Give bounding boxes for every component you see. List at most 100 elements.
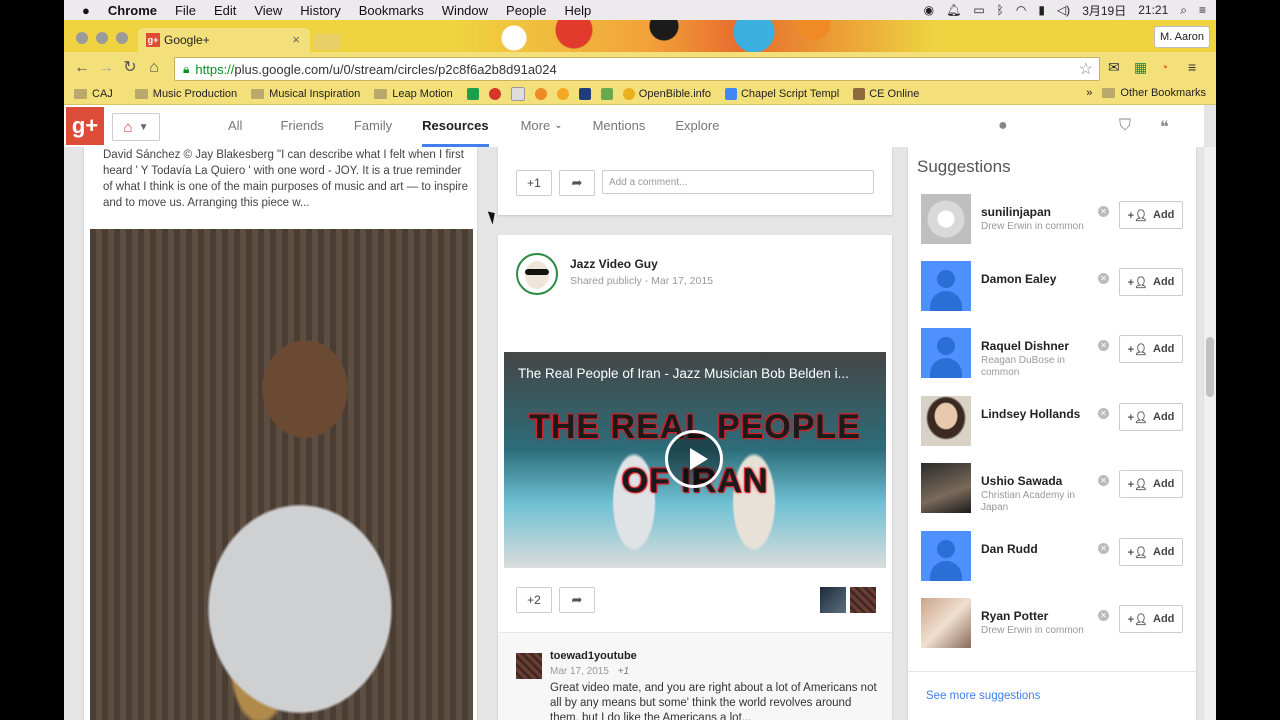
play-icon[interactable] (665, 430, 723, 488)
suggestion-name[interactable]: sunilinjapan (981, 205, 1051, 219)
menu-window[interactable]: Window (442, 3, 488, 18)
dismiss-icon[interactable]: ✕ (1098, 340, 1109, 351)
profile-button[interactable]: M. Aaron (1154, 26, 1210, 48)
bookmark-openbible[interactable]: OpenBible.info (622, 88, 711, 100)
suggestion-name[interactable]: Ushio Sawada (981, 474, 1062, 488)
add-button[interactable]: +👤︎ Add (1119, 470, 1183, 498)
scrollbar-thumb[interactable] (1206, 337, 1214, 397)
menu-edit[interactable]: Edit (214, 3, 236, 18)
comment-date[interactable]: Mar 17, 2015 (550, 666, 609, 677)
bluetooth-icon[interactable]: ᛒ (997, 3, 1004, 17)
bookmark-chapel-script[interactable]: Chapel Script Templ (724, 88, 839, 100)
tab-google-plus[interactable]: g+ Google+ × (138, 28, 310, 52)
suggestion-name[interactable]: Lindsey Hollands (981, 407, 1080, 421)
notifications-bell-icon[interactable]: ● (998, 117, 1008, 135)
back-arrow-icon[interactable]: ← (72, 58, 92, 78)
spotlight-icon[interactable]: ⌕ (1180, 3, 1187, 18)
bookmark-ce-online[interactable]: CE Online (853, 88, 919, 100)
share-arrow-icon[interactable]: ➦ (559, 587, 595, 613)
menu-history[interactable]: History (300, 3, 340, 18)
nav-resources[interactable]: Resources (422, 105, 490, 147)
plus-two-button[interactable]: +2 (516, 587, 552, 613)
bookmark-caj[interactable]: CAJ (74, 88, 113, 100)
nav-family[interactable]: Family (354, 105, 392, 147)
add-comment-input[interactable]: Add a comment... (602, 170, 874, 194)
avatar[interactable] (921, 463, 971, 513)
nav-explore[interactable]: Explore (675, 105, 719, 147)
menu-help[interactable]: Help (565, 3, 592, 18)
post-author[interactable]: Jazz Video Guy (570, 257, 658, 271)
see-more-link[interactable]: See more suggestions (926, 690, 1040, 702)
add-button[interactable]: +👤︎ Add (1119, 605, 1183, 633)
menu-list-icon[interactable]: ≡ (1199, 3, 1206, 17)
zoom-window-button[interactable] (116, 32, 128, 44)
comment-author[interactable]: toewad1youtube (550, 650, 637, 662)
comment-plus-count[interactable]: +1 (618, 666, 629, 677)
plus-one-button[interactable]: +1 (516, 170, 552, 196)
apple-icon[interactable]: ● (82, 3, 90, 18)
post-visibility[interactable]: Shared publicly (570, 275, 642, 287)
gplus-logo[interactable]: g+ (66, 107, 104, 145)
reload-icon[interactable]: ↻ (120, 58, 140, 78)
avatar[interactable] (921, 598, 971, 648)
address-bar[interactable]: 🔒︎ https:// plus.google.com/u/0/stream/c… (174, 57, 1100, 81)
menu-view[interactable]: View (254, 3, 282, 18)
bookmark-arrow[interactable] (600, 88, 617, 100)
bookmarks-overflow-chevron[interactable]: » (1086, 87, 1092, 99)
add-button[interactable]: +👤︎ Add (1119, 268, 1183, 296)
record-icon[interactable]: ◉ (924, 3, 934, 17)
add-button[interactable]: +👤︎ Add (1119, 335, 1183, 363)
close-window-button[interactable] (76, 32, 88, 44)
plusoner-avatar[interactable] (850, 587, 876, 613)
tab-close-icon[interactable]: × (292, 32, 300, 47)
avatar[interactable] (921, 396, 971, 446)
bookmark-alert[interactable] (534, 88, 551, 100)
nav-friends[interactable]: Friends (280, 105, 323, 147)
saxophonist-photo[interactable] (90, 229, 473, 720)
wifi-icon[interactable]: ◠ (1016, 3, 1026, 17)
dismiss-icon[interactable]: ✕ (1098, 610, 1109, 621)
mail-extension-icon[interactable]: ✉ (1108, 59, 1120, 76)
avatar[interactable] (921, 531, 971, 581)
dismiss-icon[interactable]: ✕ (1098, 543, 1109, 554)
dismiss-icon[interactable]: ✕ (1098, 408, 1109, 419)
battery-icon[interactable]: ▮ (1038, 3, 1045, 17)
avatar[interactable] (516, 253, 558, 295)
minimize-window-button[interactable] (96, 32, 108, 44)
people-share-icon[interactable]: ⛉ (1119, 117, 1131, 135)
plusoner-avatar[interactable] (820, 587, 846, 613)
bookmark-orange[interactable] (556, 88, 573, 100)
nav-mentions[interactable]: Mentions (593, 105, 646, 147)
bookmark-news[interactable] (578, 88, 595, 100)
home-icon[interactable]: ⌂ (144, 58, 164, 78)
nav-more[interactable]: More (521, 105, 551, 147)
nav-all[interactable]: All (228, 105, 242, 147)
volume-icon[interactable]: ◁) (1057, 3, 1070, 17)
suggestion-name[interactable]: Damon Ealey (981, 272, 1056, 286)
suggestion-name[interactable]: Ryan Potter (981, 609, 1048, 623)
suggestion-name[interactable]: Raquel Dishner (981, 339, 1069, 353)
post-date[interactable]: Mar 17, 2015 (651, 275, 713, 287)
menu-app[interactable]: Chrome (108, 3, 157, 18)
share-arrow-icon[interactable]: ➦ (559, 170, 595, 196)
add-button[interactable]: +👤︎ Add (1119, 538, 1183, 566)
chevron-down-icon[interactable]: ⌄ (554, 105, 562, 147)
add-button[interactable]: +👤︎ Add (1119, 403, 1183, 431)
dismiss-icon[interactable]: ✕ (1098, 273, 1109, 284)
avatar[interactable] (921, 194, 971, 244)
bookmark-star-icon[interactable]: ☆ (1079, 59, 1093, 79)
dismiss-icon[interactable]: ✕ (1098, 475, 1109, 486)
bookmark-music-production[interactable]: Music Production (134, 88, 237, 100)
menu-file[interactable]: File (175, 3, 196, 18)
forward-arrow-icon[interactable]: → (96, 58, 116, 78)
avatar[interactable] (921, 261, 971, 311)
time-label[interactable]: 21:21 (1138, 3, 1168, 17)
menu-people[interactable]: People (506, 3, 546, 18)
suggestion-name[interactable]: Dan Rudd (981, 542, 1038, 556)
chrome-menu-icon[interactable]: ≡ (1188, 59, 1196, 75)
dismiss-icon[interactable]: ✕ (1098, 206, 1109, 217)
page-scrollbar[interactable] (1203, 147, 1216, 720)
hangouts-icon[interactable]: ❝ (1160, 117, 1169, 137)
new-tab-button[interactable] (314, 34, 340, 50)
add-button[interactable]: +👤︎ Add (1119, 201, 1183, 229)
